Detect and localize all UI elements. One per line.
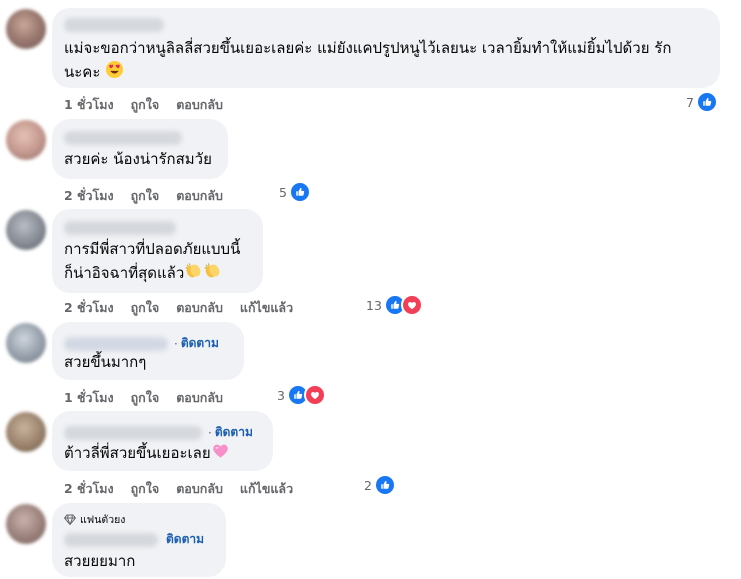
- reaction-summary[interactable]: 7: [686, 91, 718, 113]
- comment-actions: 1 ชั่วโมง ถูกใจ ตอบกลับ: [64, 388, 240, 408]
- comment-text-line: การมีพี่สาวที่ปลอดภัยแบบนี้: [64, 240, 241, 258]
- commenter-name-redacted[interactable]: [64, 425, 202, 440]
- commenter-avatar[interactable]: [6, 120, 46, 160]
- edited-label: แก้ไขแล้ว: [239, 300, 294, 315]
- commenter-avatar[interactable]: [6, 210, 46, 250]
- separator-dot: ·: [174, 336, 178, 351]
- love-reaction-icon: [303, 384, 326, 406]
- separator-dot: ·: [208, 425, 212, 440]
- comment-bubble: · ติดตาม ต้าวลี่พี่สวยขึ้นเยอะเลย: [52, 411, 273, 471]
- reaction-count: 7: [686, 94, 694, 110]
- comment-text: สวยค่ะ น้องน่ารักสมวัย: [64, 147, 212, 171]
- comment-text: สวยขึ้นมากๆ: [64, 350, 146, 374]
- top-fan-badge: แฟนตัวยง: [64, 511, 125, 528]
- timestamp[interactable]: 2 ชั่วโมง: [64, 481, 114, 496]
- comment-text-line: นะคะ: [64, 63, 101, 81]
- comment-text: ต้าวลี่พี่สวยขึ้นเยอะเลย: [64, 441, 230, 465]
- love-reaction-icon: [400, 294, 423, 316]
- follow-button[interactable]: ติดตาม: [215, 423, 253, 442]
- commenter-name-redacted[interactable]: [64, 532, 158, 547]
- comment-text: การมีพี่สาวที่ปลอดภัยแบบนี้ ก็น่าอิจฉาที…: [64, 237, 240, 285]
- like-reaction-icon: [373, 474, 396, 496]
- comment-text-line: แม่จะขอกว่าหนูลิลลี่สวยขึ้นเยอะเลยค่ะ แม…: [64, 39, 672, 57]
- comment-text-line: สวยค่ะ น้องน่ารักสมวัย: [64, 150, 212, 168]
- comment-header: · ติดตาม: [64, 423, 253, 442]
- comment-bubble: การมีพี่สาวที่ปลอดภัยแบบนี้ ก็น่าอิจฉาที…: [52, 209, 263, 293]
- comment-header: ติดตาม: [64, 530, 204, 549]
- reaction-summary[interactable]: 3: [277, 384, 326, 406]
- comment-text-line: ก็น่าอิจฉาที่สุดแล้ว: [64, 264, 185, 282]
- heart-eyes-emoji: [106, 60, 124, 79]
- like-reaction-icon: [695, 91, 718, 113]
- reaction-summary[interactable]: 2: [364, 474, 396, 496]
- reply-action[interactable]: ตอบกลับ: [176, 481, 223, 496]
- commenter-avatar[interactable]: [6, 9, 46, 49]
- comment-text-line: สวยขึ้นมากๆ: [64, 353, 147, 371]
- reply-action[interactable]: ตอบกลับ: [176, 300, 223, 315]
- commenter-avatar[interactable]: [6, 323, 46, 363]
- edited-label: แก้ไขแล้ว: [239, 481, 294, 496]
- reaction-count: 2: [364, 477, 372, 493]
- like-action[interactable]: ถูกใจ: [131, 390, 160, 405]
- comment-actions: 1 ชั่วโมง ถูกใจ ตอบกลับ: [64, 95, 240, 115]
- reply-action[interactable]: ตอบกลับ: [176, 188, 223, 203]
- timestamp[interactable]: 2 ชั่วโมง: [64, 188, 114, 203]
- comment-bubble: แม่จะขอกว่าหนูลิลลี่สวยขึ้นเยอะเลยค่ะ แม…: [52, 8, 720, 88]
- reply-action[interactable]: ตอบกลับ: [176, 390, 223, 405]
- comment-bubble: แฟนตัวยง ติดตาม สวยยยมาก: [52, 503, 226, 577]
- comment-text-line: ต้าวลี่พี่สวยขึ้นเยอะเลย: [64, 444, 211, 462]
- top-fan-label: แฟนตัวยง: [80, 514, 126, 526]
- comment-text-line: สวยยยมาก: [64, 552, 136, 570]
- reaction-summary[interactable]: 13: [366, 294, 423, 316]
- like-action[interactable]: ถูกใจ: [131, 97, 160, 112]
- pink-heart-emoji: [212, 444, 228, 458]
- clapping-hands-emoji: [204, 263, 220, 278]
- timestamp[interactable]: 1 ชั่วโมง: [64, 390, 114, 405]
- commenter-name-redacted[interactable]: [64, 18, 164, 32]
- timestamp[interactable]: 1 ชั่วโมง: [64, 97, 114, 112]
- commenter-name-redacted[interactable]: [64, 131, 182, 145]
- follow-button[interactable]: ติดตาม: [166, 530, 204, 549]
- reaction-count: 5: [279, 184, 287, 200]
- commenter-name-redacted[interactable]: [64, 336, 168, 351]
- comment-actions: 2 ชั่วโมง ถูกใจ ตอบกลับ แก้ไขแล้ว: [64, 298, 310, 318]
- comment-bubble: สวยค่ะ น้องน่ารักสมวัย: [52, 119, 228, 179]
- reaction-count: 13: [366, 297, 382, 313]
- like-action[interactable]: ถูกใจ: [131, 481, 160, 496]
- comment-actions: 2 ชั่วโมง ถูกใจ ตอบกลับ: [64, 186, 240, 206]
- like-action[interactable]: ถูกใจ: [131, 188, 160, 203]
- like-reaction-icon: [288, 181, 311, 203]
- reaction-summary[interactable]: 5: [279, 181, 311, 203]
- commenter-avatar[interactable]: [6, 504, 46, 544]
- comment-bubble: · ติดตาม สวยขึ้นมากๆ: [52, 322, 244, 380]
- reply-action[interactable]: ตอบกลับ: [176, 97, 223, 112]
- comment-text: แม่จะขอกว่าหนูลิลลี่สวยขึ้นเยอะเลยค่ะ แม…: [64, 36, 671, 84]
- commenter-name-redacted[interactable]: [64, 221, 176, 235]
- comment-actions: 2 ชั่วโมง ถูกใจ ตอบกลับ แก้ไขแล้ว: [64, 479, 310, 499]
- commenter-avatar[interactable]: [6, 412, 46, 452]
- comment-text: สวยยยมาก: [64, 549, 135, 573]
- reaction-count: 3: [277, 387, 285, 403]
- clapping-hands-emoji: [185, 263, 201, 278]
- diamond-icon: [64, 514, 76, 525]
- follow-button[interactable]: ติดตาม: [181, 334, 219, 353]
- like-action[interactable]: ถูกใจ: [131, 300, 160, 315]
- timestamp[interactable]: 2 ชั่วโมง: [64, 300, 114, 315]
